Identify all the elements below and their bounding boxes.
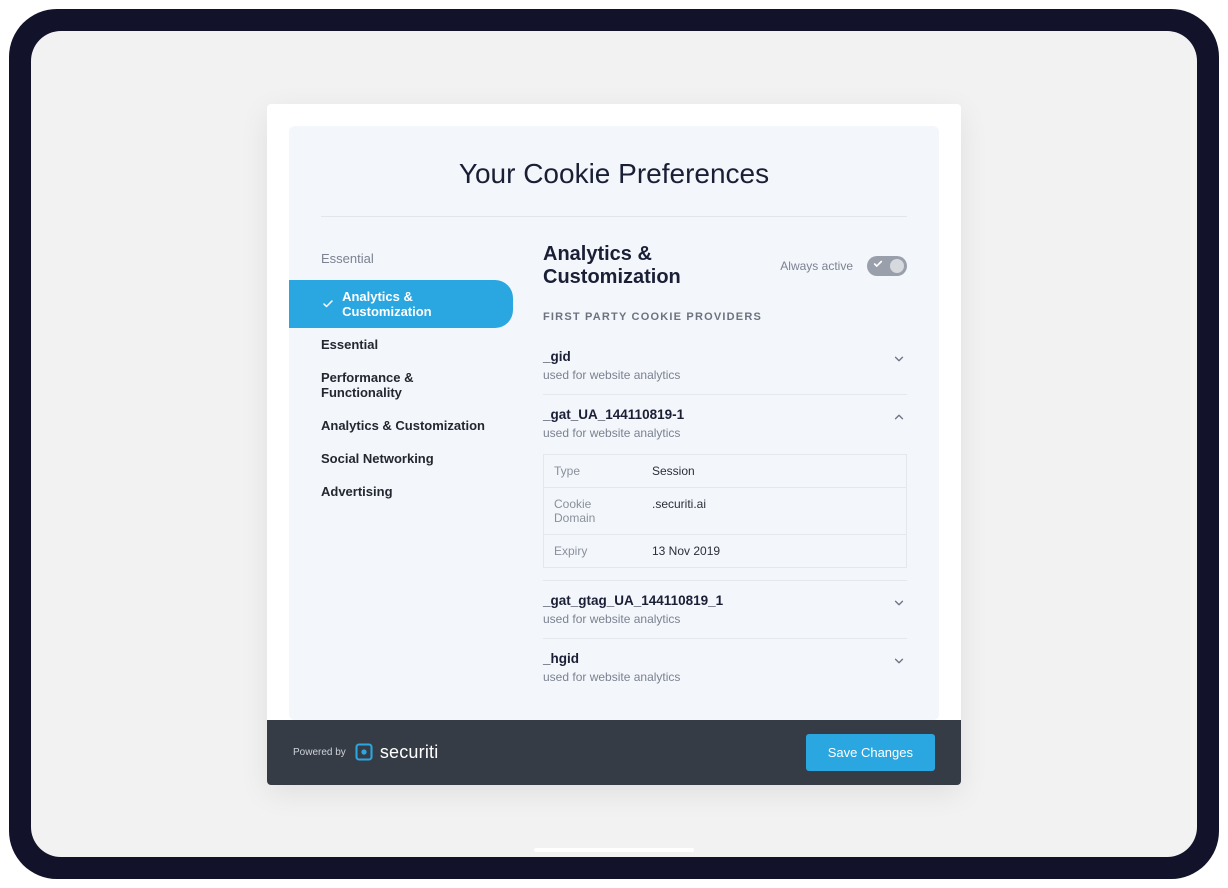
sidebar-item-label: Advertising <box>321 484 393 499</box>
cookie-toggle[interactable]: _hgid used for website analytics <box>543 651 907 684</box>
cookie-row: _gat_gtag_UA_144110819_1 used for websit… <box>543 581 907 639</box>
chevron-down-icon <box>891 351 907 367</box>
cookie-name: _gat_UA_144110819-1 <box>543 407 891 422</box>
cookie-name: _gid <box>543 349 891 364</box>
sidebar-item-analytics-customization[interactable]: Analytics & Customization <box>289 280 513 328</box>
sidebar-item-label: Social Networking <box>321 451 434 466</box>
sidebar-item-analytics-customization-2[interactable]: Analytics & Customization <box>289 409 513 442</box>
detail-key: Expiry <box>544 535 642 567</box>
brand-name: securiti <box>380 742 439 763</box>
cookie-desc: used for website analytics <box>543 368 891 382</box>
save-changes-button[interactable]: Save Changes <box>806 734 935 771</box>
cookie-toggle[interactable]: _gid used for website analytics <box>543 349 907 382</box>
content-heading: Analytics & Customization <box>543 243 766 289</box>
cookie-name: _hgid <box>543 651 891 666</box>
modal-body: Your Cookie Preferences Essential Analyt… <box>289 126 939 720</box>
modal-footer: Powered by securiti Save Changes <box>267 720 961 785</box>
content-panel: Analytics & Customization Always active … <box>513 243 907 696</box>
cookie-toggle[interactable]: _gat_UA_144110819-1 used for website ana… <box>543 407 907 440</box>
check-icon <box>321 297 334 311</box>
modal-title: Your Cookie Preferences <box>321 158 907 217</box>
detail-key: Cookie Domain <box>544 488 642 534</box>
sidebar-item-essential[interactable]: Essential <box>289 328 513 361</box>
cookie-desc: used for website analytics <box>543 612 891 626</box>
toggle-check-icon <box>873 259 883 272</box>
sidebar-item-label: Performance & Functionality <box>321 370 495 400</box>
cookie-detail-table: Type Session Cookie Domain .securiti.ai … <box>543 454 907 568</box>
cookie-desc: used for website analytics <box>543 426 891 440</box>
provider-section-label: FIRST PARTY COOKIE PROVIDERS <box>543 311 907 323</box>
detail-row: Type Session <box>544 455 906 488</box>
modal-grid: Essential Analytics & Customization Esse… <box>289 243 907 696</box>
cookie-row: _gid used for website analytics <box>543 337 907 395</box>
sidebar-item-label: Essential <box>321 337 378 352</box>
sidebar-item-label: Analytics & Customization <box>342 289 495 319</box>
cookie-preferences-modal: Your Cookie Preferences Essential Analyt… <box>267 104 961 785</box>
brand-logo[interactable]: securiti <box>354 742 439 763</box>
cookie-desc: used for website analytics <box>543 670 891 684</box>
always-active-toggle[interactable] <box>867 256 907 276</box>
tablet-frame: Your Cookie Preferences Essential Analyt… <box>9 9 1219 879</box>
chevron-down-icon <box>891 595 907 611</box>
cookie-name: _gat_gtag_UA_144110819_1 <box>543 593 891 608</box>
sidebar-item-performance-functionality[interactable]: Performance & Functionality <box>289 361 513 409</box>
securiti-logo-icon <box>354 742 374 762</box>
cookie-row: _gat_UA_144110819-1 used for website ana… <box>543 395 907 581</box>
detail-value: .securiti.ai <box>642 488 906 534</box>
cookie-row: _hgid used for website analytics <box>543 639 907 696</box>
sidebar-item-label: Analytics & Customization <box>321 418 485 433</box>
detail-row: Expiry 13 Nov 2019 <box>544 535 906 568</box>
cookie-toggle[interactable]: _gat_gtag_UA_144110819_1 used for websit… <box>543 593 907 626</box>
sidebar-item-social-networking[interactable]: Social Networking <box>289 442 513 475</box>
tablet-screen: Your Cookie Preferences Essential Analyt… <box>31 31 1197 857</box>
detail-value: 13 Nov 2019 <box>642 535 906 567</box>
chevron-up-icon <box>891 409 907 425</box>
content-header: Analytics & Customization Always active <box>543 243 907 289</box>
home-indicator[interactable] <box>534 848 694 852</box>
detail-row: Cookie Domain .securiti.ai <box>544 488 906 535</box>
category-sidebar: Essential Analytics & Customization Esse… <box>289 243 513 696</box>
chevron-down-icon <box>891 653 907 669</box>
toggle-knob <box>890 259 904 273</box>
always-active-label: Always active <box>780 259 853 273</box>
sidebar-item-advertising[interactable]: Advertising <box>289 475 513 508</box>
sidebar-top-label: Essential <box>289 243 513 280</box>
detail-key: Type <box>544 455 642 487</box>
powered-by: Powered by securiti <box>293 742 438 763</box>
powered-by-label: Powered by <box>293 747 346 758</box>
detail-value: Session <box>642 455 906 487</box>
